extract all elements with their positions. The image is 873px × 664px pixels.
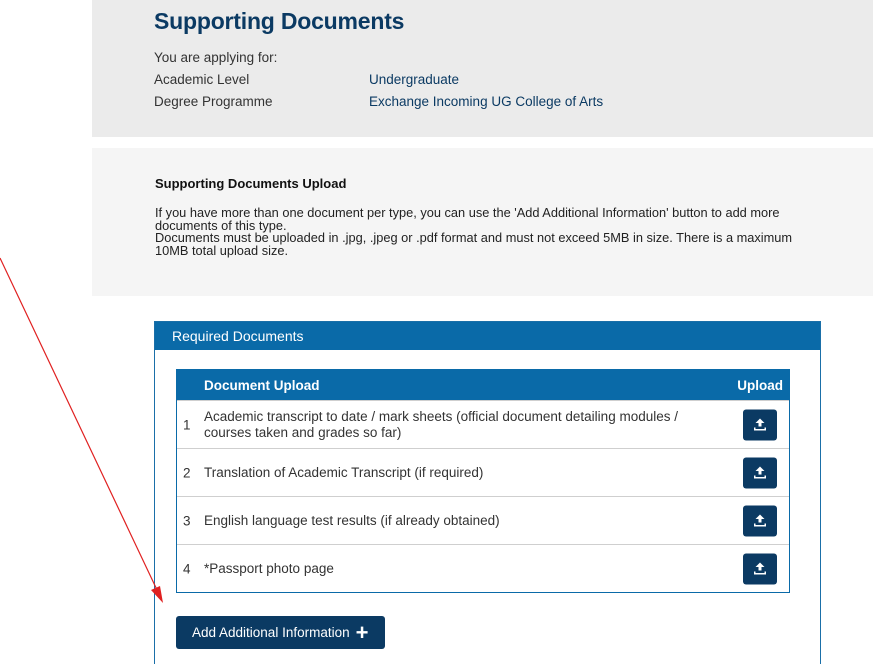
document-upload-table: Document Upload Upload 1 Academic transc… <box>176 369 790 593</box>
degree-programme-value: Exchange Incoming UG College of Arts <box>369 94 604 109</box>
required-documents-title: Required Documents <box>155 322 820 350</box>
upload-instructions-paragraph-2: Documents must be uploaded in .jpg, .jpe… <box>155 230 793 258</box>
add-additional-information-button[interactable]: Add Additional Information + <box>176 616 386 649</box>
upload-button-transcript-translation[interactable] <box>743 457 777 488</box>
row-number: 3 <box>183 513 191 528</box>
document-table-header: Document Upload Upload <box>177 370 789 400</box>
required-documents-card: Required Documents Document Upload Uploa… <box>154 321 821 664</box>
upload-icon <box>754 514 766 527</box>
upload-button-passport-photo[interactable] <box>743 553 777 584</box>
applying-for-label: You are applying for: <box>154 50 278 65</box>
plus-icon: + <box>355 619 369 645</box>
table-row: 2 Translation of Academic Transcript (if… <box>177 448 789 496</box>
document-label: Translation of Academic Transcript (if r… <box>204 464 484 480</box>
upload-instructions-text: If you have more than one document per t… <box>155 205 795 258</box>
table-row: 4 *Passport photo page <box>177 544 789 592</box>
upload-instructions-panel: Supporting Documents Upload If you have … <box>92 148 873 296</box>
application-summary-panel: Supporting Documents You are applying fo… <box>92 0 873 137</box>
column-header-upload: Upload <box>737 378 783 393</box>
row-number: 2 <box>183 465 191 480</box>
table-row: 1 Academic transcript to date / mark she… <box>177 400 789 448</box>
add-additional-information-label: Add Additional Information <box>192 625 350 640</box>
page-title: Supporting Documents <box>154 8 405 34</box>
page: Supporting Documents You are applying fo… <box>0 0 873 664</box>
academic-level-value: Undergraduate <box>369 72 460 87</box>
upload-instructions-paragraph-1: If you have more than one document per t… <box>155 205 780 233</box>
upload-button-english-test[interactable] <box>743 505 777 536</box>
upload-icon <box>754 562 766 575</box>
academic-level-label: Academic Level <box>154 72 250 87</box>
row-number: 4 <box>183 561 191 576</box>
table-row: 3 English language test results (if alre… <box>177 496 789 544</box>
column-header-document: Document Upload <box>204 378 320 393</box>
upload-button-academic-transcript[interactable] <box>743 409 777 440</box>
document-label: Academic transcript to date / mark sheet… <box>204 408 678 440</box>
row-number: 1 <box>183 417 191 432</box>
upload-icon <box>754 418 766 431</box>
document-label: English language test results (if alread… <box>204 512 500 528</box>
upload-icon <box>754 466 766 479</box>
degree-programme-label: Degree Programme <box>154 94 273 109</box>
document-label: *Passport photo page <box>204 560 334 576</box>
upload-instructions-heading: Supporting Documents Upload <box>155 176 347 191</box>
